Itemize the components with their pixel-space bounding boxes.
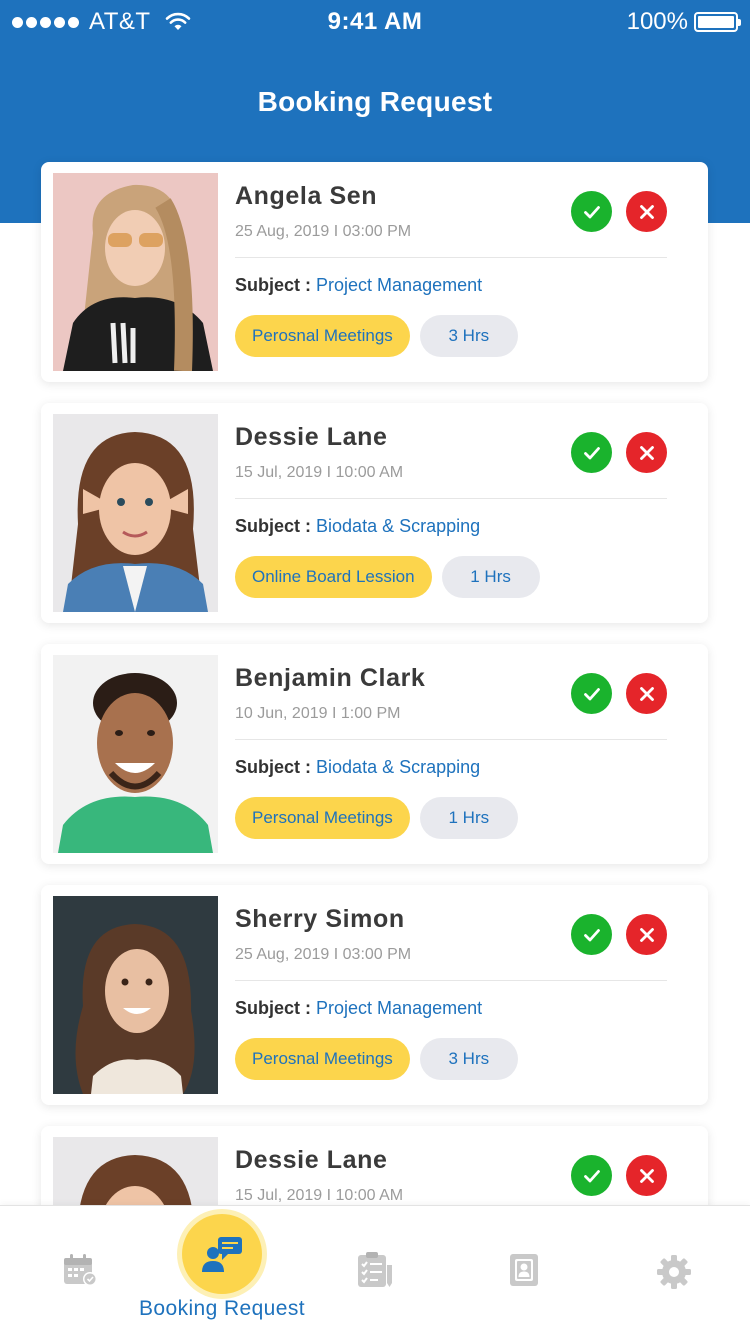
tab-settings[interactable] [625, 1206, 725, 1334]
checkmark-icon [583, 928, 600, 941]
tab-contacts[interactable] [475, 1206, 575, 1334]
booking-request-card[interactable]: Angela Sen 25 Aug, 2019 I 03:00 PM Subje… [41, 162, 708, 382]
close-icon [639, 204, 654, 219]
accept-button[interactable] [571, 191, 612, 232]
bottom-tab-bar: Booking Request [0, 1205, 750, 1334]
status-right: 100% [626, 8, 741, 36]
decline-button[interactable] [626, 914, 667, 955]
subject-label: Subject : [235, 275, 312, 295]
request-actions [571, 914, 667, 955]
divider [235, 498, 667, 499]
close-icon [639, 686, 654, 701]
decline-button[interactable] [626, 673, 667, 714]
subject-row: Subject : Project Management [235, 275, 667, 296]
booking-request-card[interactable]: Sherry Simon 25 Aug, 2019 I 03:00 PM Sub… [41, 885, 708, 1105]
accept-button[interactable] [571, 673, 612, 714]
accept-button[interactable] [571, 432, 612, 473]
subject-label: Subject : [235, 516, 312, 536]
duration-tag: 3 Hrs [419, 315, 518, 357]
avatar-sherry-simon [53, 896, 218, 1094]
booking-request-icon [202, 1237, 242, 1272]
duration-tag: 1 Hrs [441, 556, 540, 598]
meeting-type-tag: Online Board Lession [235, 556, 432, 598]
tags: Perosnal Meetings 3 Hrs [235, 315, 667, 357]
accept-button[interactable] [571, 914, 612, 955]
subject-value: Project Management [316, 275, 483, 295]
checklist-icon [355, 1251, 395, 1289]
divider [235, 980, 667, 981]
checkmark-icon [583, 205, 600, 218]
close-icon [639, 927, 654, 942]
request-actions [571, 1155, 667, 1196]
close-icon [639, 1168, 654, 1183]
subject-row: Subject : Project Management [235, 998, 667, 1019]
avatar [53, 173, 218, 371]
request-actions [571, 432, 667, 473]
avatar [53, 655, 218, 853]
decline-button[interactable] [626, 191, 667, 232]
calendar-icon [62, 1253, 98, 1287]
subject-value: Project Management [316, 998, 483, 1018]
checkmark-icon [583, 446, 600, 459]
subject-value: Biodata & Scrapping [316, 757, 481, 777]
request-actions [571, 191, 667, 232]
battery-icon [694, 12, 741, 32]
request-actions [571, 673, 667, 714]
checkmark-icon [583, 1169, 600, 1182]
divider [235, 257, 667, 258]
avatar-dessie-lane [53, 414, 218, 612]
avatar-benjamin-clark [53, 655, 218, 853]
subject-value: Biodata & Scrapping [316, 516, 481, 536]
decline-button[interactable] [626, 432, 667, 473]
subject-row: Subject : Biodata & Scrapping [235, 516, 667, 537]
status-bar: AT&T 9:41 AM 100% [0, 0, 750, 44]
tags: Perosnal Meetings 3 Hrs [235, 1038, 667, 1080]
duration-tag: 3 Hrs [419, 1038, 518, 1080]
meeting-type-tag: Perosnal Meetings [235, 1038, 410, 1080]
subject-label: Subject : [235, 998, 312, 1018]
decline-button[interactable] [626, 1155, 667, 1196]
tags: Online Board Lession 1 Hrs [235, 556, 667, 598]
tab-active-indicator[interactable] [182, 1214, 262, 1294]
accept-button[interactable] [571, 1155, 612, 1196]
tags: Personal Meetings 1 Hrs [235, 797, 667, 839]
booking-request-card[interactable]: Dessie Lane 15 Jul, 2019 I 10:00 AM Subj… [41, 403, 708, 623]
meeting-type-tag: Perosnal Meetings [235, 315, 410, 357]
page-title: Booking Request [257, 86, 493, 117]
close-icon [639, 445, 654, 460]
meeting-type-tag: Personal Meetings [235, 797, 410, 839]
booking-request-card[interactable]: Benjamin Clark 10 Jun, 2019 I 1:00 PM Su… [41, 644, 708, 864]
divider [235, 739, 667, 740]
subject-row: Subject : Biodata & Scrapping [235, 757, 667, 778]
booking-request-list: Angela Sen 25 Aug, 2019 I 03:00 PM Subje… [41, 162, 708, 1334]
tab-booking-request-label[interactable]: Booking Request [100, 1297, 344, 1321]
tab-checklist[interactable] [330, 1206, 430, 1334]
avatar [53, 896, 218, 1094]
checkmark-icon [583, 687, 600, 700]
booking-request-screen: AT&T 9:41 AM 100% Booking Request Angela… [0, 0, 750, 1334]
contact-book-icon [508, 1252, 540, 1288]
subject-label: Subject : [235, 757, 312, 777]
avatar-angela-sen [53, 173, 218, 371]
gear-icon [656, 1254, 692, 1290]
duration-tag: 1 Hrs [419, 797, 518, 839]
avatar [53, 414, 218, 612]
battery-percentage: 100% [626, 8, 688, 35]
